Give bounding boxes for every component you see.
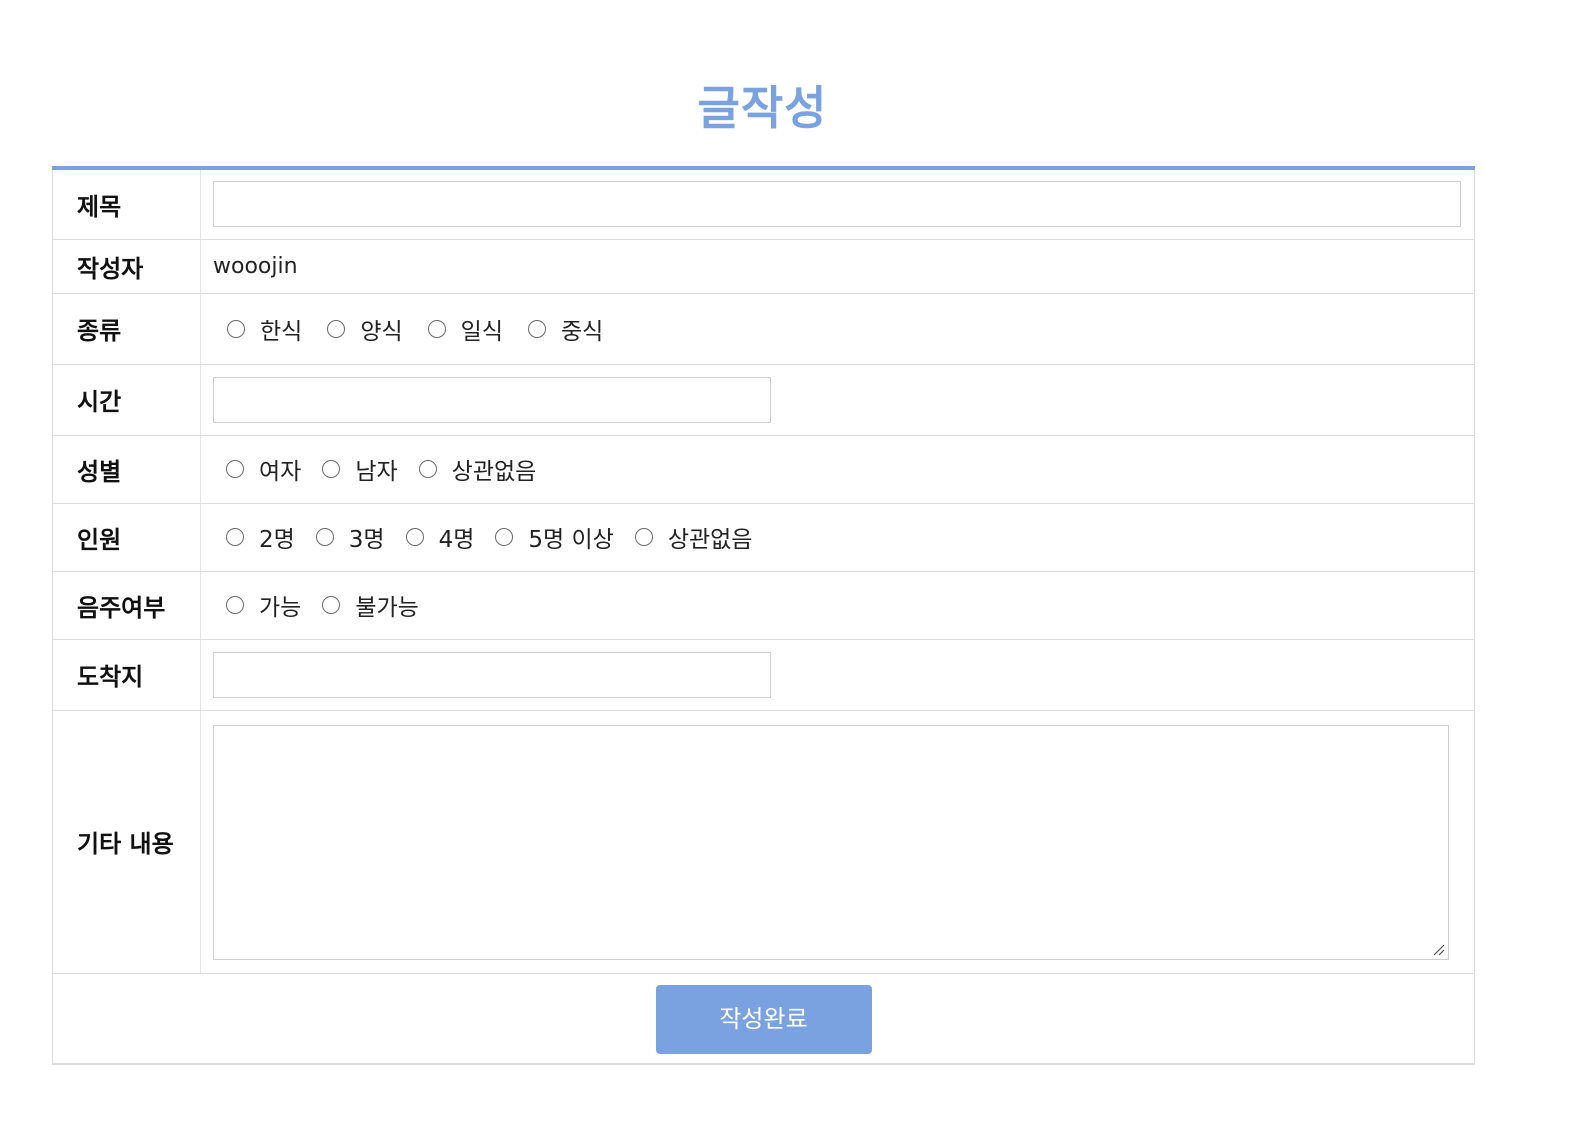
people-cell: 2명 3명 4명 5명 이상 상관없음 <box>200 503 1475 572</box>
radio-button-icon[interactable] <box>495 528 514 546</box>
people-option-3[interactable]: 3명 <box>315 520 385 554</box>
drink-option-no[interactable]: 불가능 <box>322 588 419 622</box>
radio-button-icon[interactable] <box>322 596 341 614</box>
title-cell <box>200 168 1475 240</box>
post-form-table: 제목 작성자 wooojin 종류 한식 양식 일식 중식 시간 성별 여자 남… <box>52 166 1475 1065</box>
form-row-destination: 도착지 <box>52 639 1475 711</box>
time-label: 시간 <box>52 364 201 436</box>
people-option-label: 2명 <box>259 527 295 553</box>
time-cell <box>200 364 1475 436</box>
type-radio-group: 한식 양식 일식 중식 <box>213 312 1474 346</box>
submit-cell: 작성완료 <box>52 973 1475 1065</box>
title-label: 제목 <box>52 168 201 240</box>
form-row-title: 제목 <box>52 168 1475 240</box>
form-row-type: 종류 한식 양식 일식 중식 <box>52 293 1475 365</box>
radio-button-icon[interactable] <box>226 596 244 614</box>
type-option-western[interactable]: 양식 <box>327 312 403 346</box>
destination-label: 도착지 <box>52 639 201 711</box>
type-option-label: 일식 <box>460 318 503 345</box>
type-label: 종류 <box>52 293 201 365</box>
radio-button-icon[interactable] <box>327 319 346 338</box>
title-input[interactable] <box>213 181 1461 228</box>
destination-input[interactable] <box>213 651 771 698</box>
gender-option-male[interactable]: 남자 <box>322 452 398 486</box>
people-option-5-plus[interactable]: 5명 이상 <box>495 520 614 554</box>
writer-label: 작성자 <box>52 239 201 294</box>
form-row-etc: 기타 내용 <box>52 710 1475 974</box>
gender-label: 성별 <box>52 435 201 504</box>
drink-option-label: 불가능 <box>355 595 419 621</box>
gender-option-any[interactable]: 상관없음 <box>418 452 537 486</box>
form-row-gender: 성별 여자 남자 상관없음 <box>52 435 1475 504</box>
gender-option-label: 여자 <box>259 459 302 485</box>
type-option-korean[interactable]: 한식 <box>227 312 302 346</box>
type-option-label: 중식 <box>560 318 604 345</box>
drink-option-yes[interactable]: 가능 <box>226 588 301 622</box>
people-option-any[interactable]: 상관없음 <box>634 520 753 554</box>
gender-option-female[interactable]: 여자 <box>226 452 301 486</box>
type-option-label: 한식 <box>260 318 303 345</box>
form-row-time: 시간 <box>52 364 1475 436</box>
radio-button-icon[interactable] <box>315 528 334 546</box>
drink-option-label: 가능 <box>259 595 302 621</box>
gender-option-label: 상관없음 <box>451 459 537 485</box>
writer-cell: wooojin <box>200 239 1475 294</box>
destination-cell <box>200 639 1475 711</box>
radio-button-icon[interactable] <box>227 319 245 338</box>
people-radio-group: 2명 3명 4명 5명 이상 상관없음 <box>213 520 1474 554</box>
radio-button-icon[interactable] <box>418 460 437 478</box>
writer-value: wooojin <box>213 253 298 279</box>
etc-textarea[interactable] <box>213 724 1449 960</box>
type-cell: 한식 양식 일식 중식 <box>200 293 1475 365</box>
type-option-japanese[interactable]: 일식 <box>427 312 503 346</box>
type-option-label: 양식 <box>360 318 403 345</box>
radio-button-icon[interactable] <box>527 319 546 338</box>
gender-option-label: 남자 <box>355 459 398 485</box>
people-label: 인원 <box>52 503 201 572</box>
gender-radio-group: 여자 남자 상관없음 <box>213 452 1474 486</box>
textarea-resize-handle-icon[interactable] <box>1433 944 1445 956</box>
people-option-4[interactable]: 4명 <box>405 520 475 554</box>
form-row-writer: 작성자 wooojin <box>52 239 1475 294</box>
radio-button-icon[interactable] <box>634 528 653 546</box>
people-option-label: 4명 <box>438 527 475 553</box>
page-title: 글작성 <box>697 81 828 135</box>
form-row-people: 인원 2명 3명 4명 5명 이상 상관없음 <box>52 503 1475 572</box>
radio-button-icon[interactable] <box>427 319 446 338</box>
people-option-label: 3명 <box>348 527 385 553</box>
radio-button-icon[interactable] <box>405 528 424 546</box>
submit-button[interactable]: 작성완료 <box>655 984 872 1054</box>
radio-button-icon[interactable] <box>226 460 244 478</box>
people-option-2[interactable]: 2명 <box>226 520 295 554</box>
form-row-drink: 음주여부 가능 불가능 <box>52 571 1475 640</box>
people-option-label: 상관없음 <box>667 527 753 553</box>
drink-cell: 가능 불가능 <box>200 571 1475 640</box>
gender-cell: 여자 남자 상관없음 <box>200 435 1475 504</box>
radio-button-icon[interactable] <box>322 460 341 478</box>
form-row-submit: 작성완료 <box>52 973 1475 1065</box>
drink-label: 음주여부 <box>52 571 201 640</box>
people-option-label: 5명 이상 <box>528 527 614 553</box>
drink-radio-group: 가능 불가능 <box>213 588 1474 622</box>
radio-button-icon[interactable] <box>226 528 244 546</box>
time-input[interactable] <box>213 376 771 423</box>
etc-cell <box>200 710 1475 974</box>
etc-label: 기타 내용 <box>52 710 201 974</box>
type-option-chinese[interactable]: 중식 <box>527 312 604 346</box>
